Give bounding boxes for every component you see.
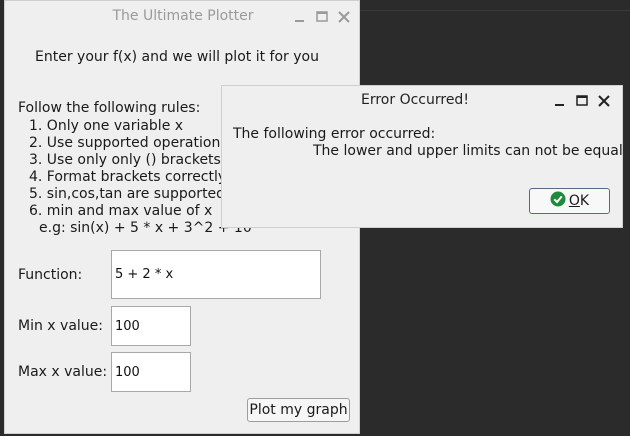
maximize-icon[interactable] — [314, 9, 330, 25]
rule-item: 3. Use only only () brackets — [29, 152, 221, 168]
maximize-icon[interactable] — [574, 93, 590, 109]
error-heading: The following error occurred: — [233, 126, 436, 142]
ok-label: OK — [568, 193, 590, 209]
minimize-icon[interactable] — [292, 9, 308, 25]
error-message: The lower and upper limits can not be eq… — [313, 143, 623, 159]
rules-title: Follow the following rules: — [18, 100, 201, 116]
close-icon[interactable] — [596, 93, 612, 109]
dialog-title-bar[interactable]: Error Occurred! — [222, 86, 622, 118]
check-circle-icon — [550, 191, 566, 211]
max-x-input[interactable] — [111, 352, 191, 392]
error-dialog: Error Occurred! The following error occu… — [221, 85, 623, 228]
desktop-top-line — [360, 10, 630, 11]
function-input[interactable] — [111, 250, 321, 299]
close-icon[interactable] — [336, 9, 352, 25]
rule-item: 4. Format brackets correctly — [29, 169, 227, 185]
rule-item: 1. Only one variable x — [29, 118, 184, 134]
plot-graph-button[interactable]: Plot my graph — [247, 398, 350, 422]
rule-item: 5. sin,cos,tan are supported — [29, 186, 226, 202]
function-label: Function: — [18, 267, 83, 283]
instructions-heading: Enter your f(x) and we will plot it for … — [35, 49, 319, 65]
minimize-icon[interactable] — [552, 93, 568, 109]
min-x-label: Min x value: — [18, 318, 103, 334]
ok-button[interactable]: OK — [529, 188, 610, 214]
dialog-title: Error Occurred! — [361, 92, 469, 108]
min-x-input[interactable] — [111, 306, 191, 346]
max-x-label: Max x value: — [18, 364, 108, 380]
rule-item: 2. Use supported operations — [29, 135, 228, 151]
example-text: e.g: sin(x) + 5 * x + 3^2 + 10 — [39, 220, 252, 236]
title-bar[interactable]: The Ultimate Plotter — [5, 1, 359, 33]
rule-item: 6. min and max value of x — [29, 203, 213, 219]
